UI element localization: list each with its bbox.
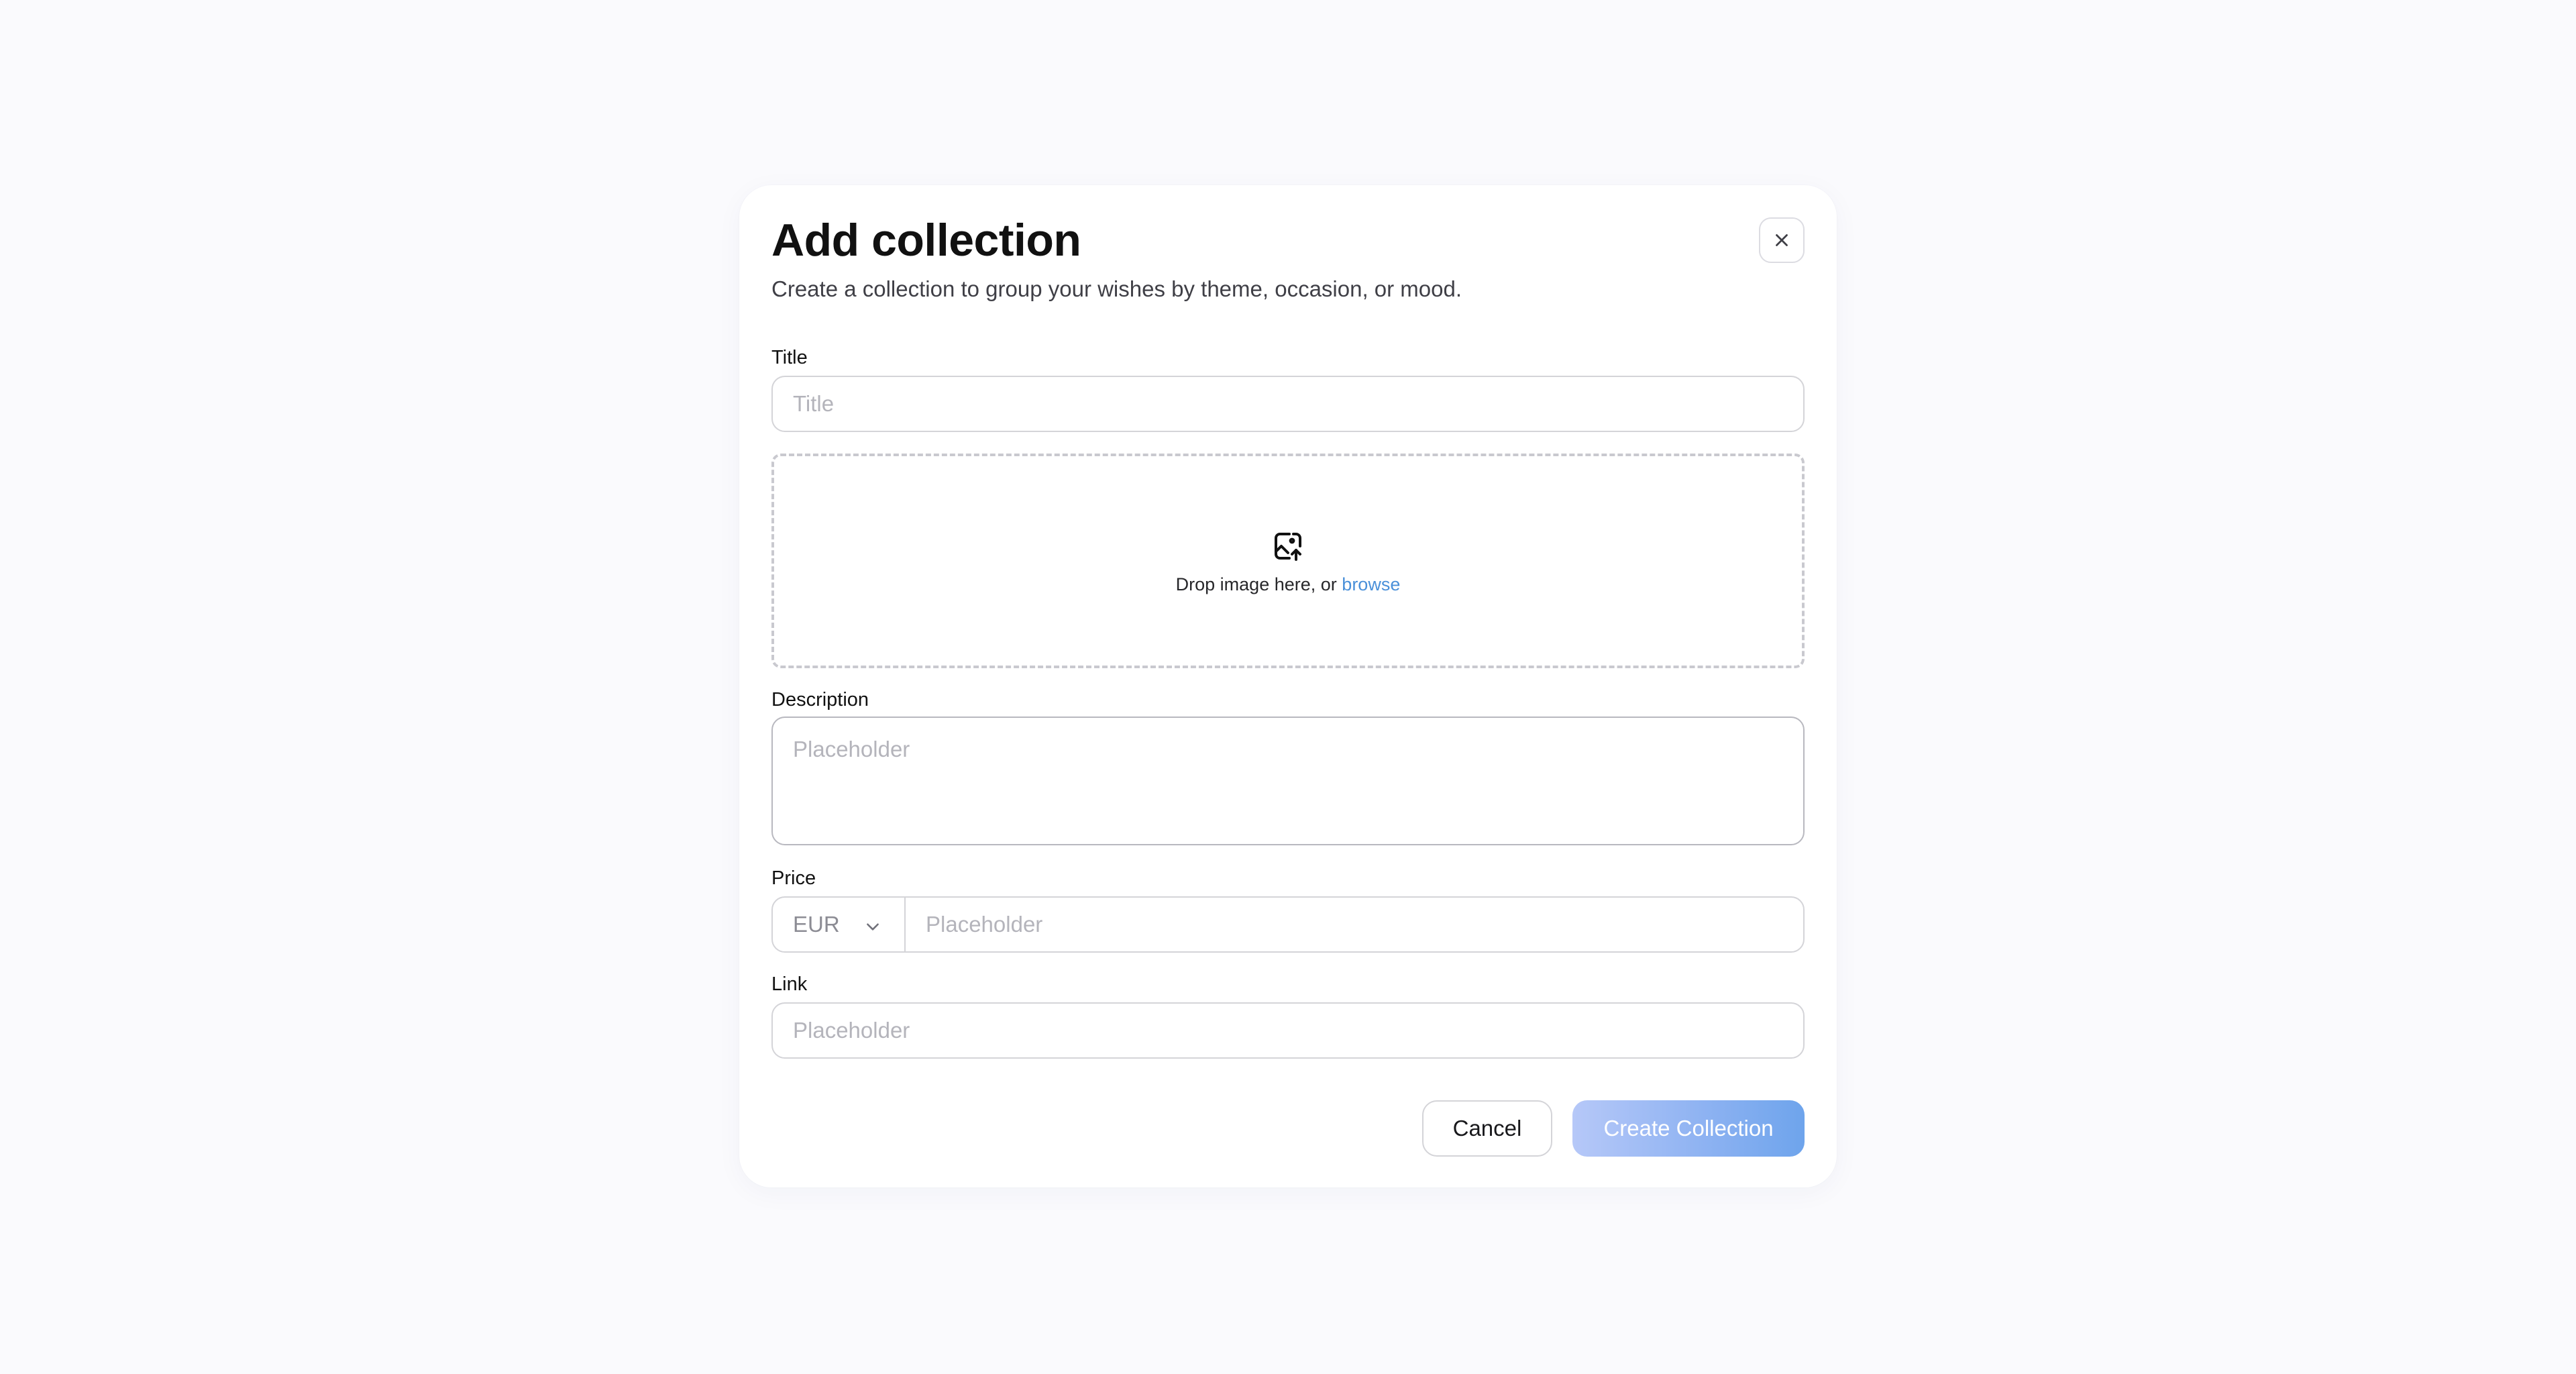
dialog-subtitle: Create a collection to group your wishes… (771, 276, 1462, 301)
dialog-title: Add collection (771, 215, 1081, 266)
chevron-down-icon (867, 923, 879, 931)
image-upload-icon (1275, 533, 1301, 561)
close-button[interactable] (1759, 217, 1805, 263)
image-dropzone[interactable]: Drop image here, or browse (771, 454, 1805, 668)
create-collection-button[interactable]: Create Collection (1572, 1100, 1805, 1157)
price-label: Price (771, 867, 816, 889)
description-label: Description (771, 689, 869, 710)
link-input[interactable] (771, 1002, 1805, 1059)
add-collection-dialog: Add collection Create a collection to gr… (739, 185, 1837, 1187)
description-textarea[interactable] (771, 717, 1805, 845)
currency-select[interactable]: EUR (771, 896, 906, 953)
link-label: Link (771, 973, 808, 995)
cancel-button[interactable]: Cancel (1422, 1100, 1552, 1157)
dropzone-prompt: Drop image here, or browse (774, 574, 1802, 595)
price-input[interactable] (904, 896, 1805, 953)
title-input[interactable] (771, 376, 1805, 432)
price-input-group: EUR (771, 896, 1805, 953)
browse-link[interactable]: browse (1342, 574, 1400, 594)
dropzone-prompt-text: Drop image here, or (1175, 574, 1337, 594)
title-label: Title (771, 347, 808, 368)
currency-value: EUR (793, 912, 840, 937)
close-icon (1776, 234, 1788, 246)
